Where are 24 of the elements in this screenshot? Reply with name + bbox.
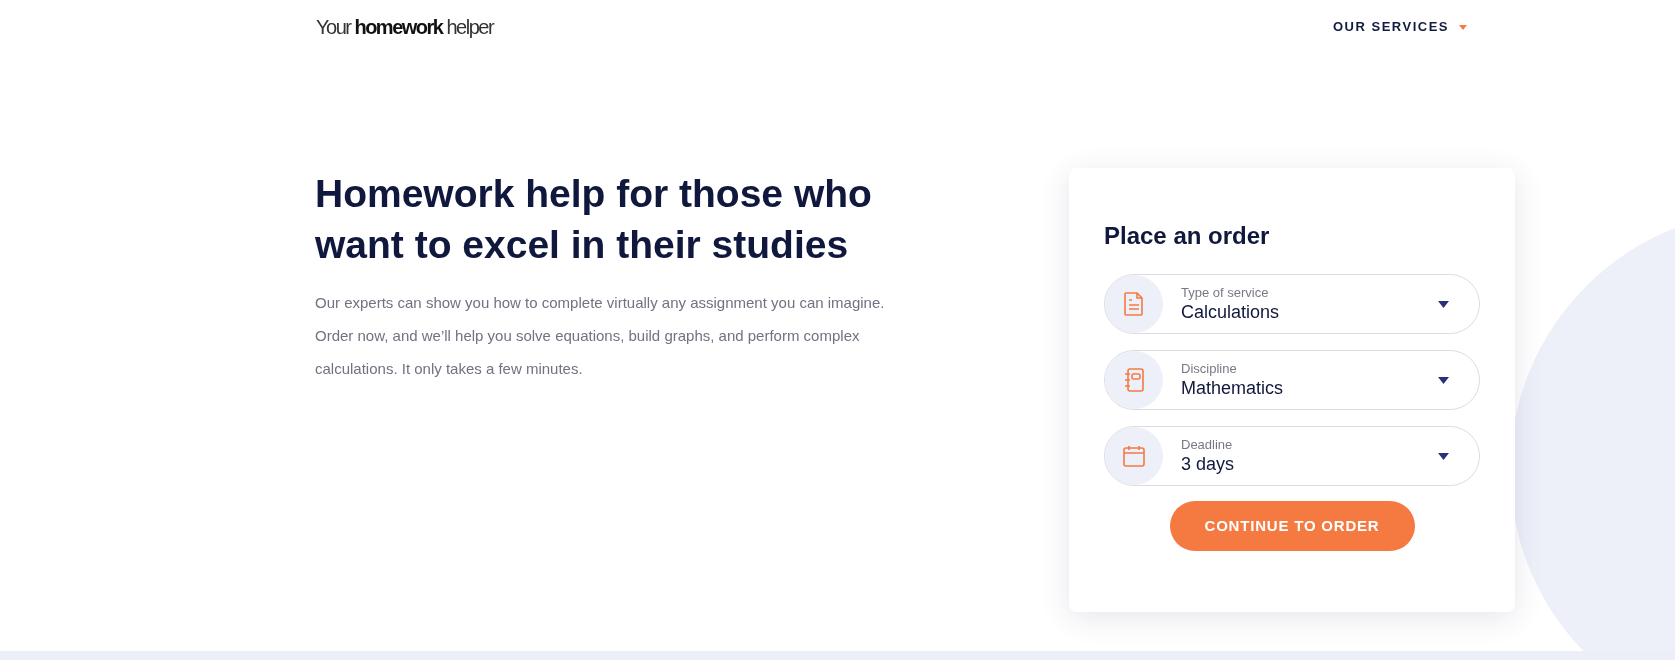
select-field[interactable]: Deadline 3 days [1104,426,1480,486]
notebook-icon [1123,367,1145,393]
field-value: Mathematics [1181,377,1285,399]
logo[interactable]: Your homework helper [316,17,494,37]
field-value: 3 days [1181,453,1236,475]
select-field[interactable]: Type of service Calculations [1104,274,1480,334]
hero-text: Our experts can show you how to complete virtually any assignment you can imagine. Order now, and we’ll help you solve equations, build graphs, and perform complex calculations. It only takes a few minutes. [315,293,886,379]
services-menu[interactable]: OUR SERVICES [1333,17,1467,37]
logo-word: helper [446,17,494,37]
caret-icon [1459,24,1467,30]
logo-word: Your [316,17,351,37]
field-value: Calculations [1181,301,1281,323]
order-title: Place an order [1104,221,1271,251]
dropdown-caret-icon [1438,300,1449,308]
hero-heading: Homework help for those who want to excel in their studies [315,171,873,268]
field-label: Deadline [1181,437,1234,453]
field-label: Type of service [1181,285,1270,301]
calendar-icon [1122,444,1146,468]
logo-word: homework [354,17,443,37]
dropdown-caret-icon [1438,376,1449,384]
document-icon [1123,291,1145,317]
select-field[interactable]: Discipline Mathematics [1104,350,1480,410]
field-label: Discipline [1181,361,1238,377]
dropdown-caret-icon [1438,452,1449,460]
